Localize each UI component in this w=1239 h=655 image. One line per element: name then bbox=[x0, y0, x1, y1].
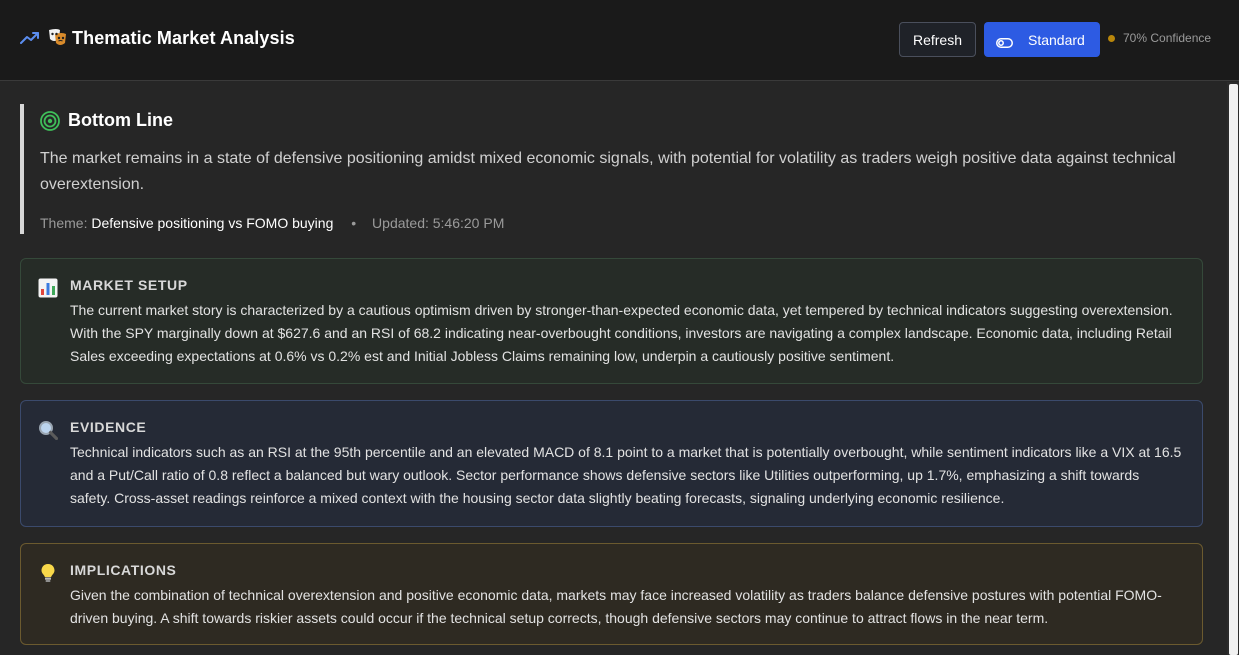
evidence-card: EVIDENCE Technical indicators such as an… bbox=[20, 400, 1203, 527]
bottom-line-title: Bottom Line bbox=[68, 110, 173, 130]
scrollbar-thumb[interactable] bbox=[1229, 84, 1238, 655]
theme-label: Theme: bbox=[40, 215, 88, 231]
bar-chart-icon bbox=[38, 278, 58, 298]
card-text: Technical indicators such as an RSI at t… bbox=[70, 444, 1182, 506]
refresh-button-label: Refresh bbox=[912, 31, 963, 48]
card-title: MARKET SETUP bbox=[70, 277, 188, 293]
card-title: IMPLICATIONS bbox=[70, 562, 177, 578]
confidence-label: 70% Confidence bbox=[1123, 31, 1212, 45]
magnifier-icon bbox=[38, 420, 59, 441]
lightbulb-icon bbox=[38, 563, 58, 583]
target-icon bbox=[40, 110, 60, 131]
bottom-line-text: The market remains in a state of defensi… bbox=[40, 150, 1176, 193]
standard-mode-button[interactable]: Standard bbox=[984, 22, 1100, 57]
bottom-line-section: Bottom Line The market remains in a stat… bbox=[20, 104, 1204, 234]
standard-mode-label: Standard bbox=[1028, 31, 1085, 48]
toggle-icon bbox=[996, 35, 1013, 48]
card-text: Given the combination of technical overe… bbox=[70, 587, 1162, 626]
trending-up-icon bbox=[20, 28, 40, 48]
card-title: EVIDENCE bbox=[70, 419, 147, 435]
page-title: Thematic Market Analysis bbox=[72, 27, 295, 48]
refresh-button[interactable]: Refresh bbox=[899, 22, 976, 57]
updated-time: Updated: 5:46:20 PM bbox=[372, 215, 505, 231]
mask-icon bbox=[46, 27, 68, 49]
confidence-dot bbox=[1108, 34, 1115, 42]
market-setup-card: MARKET SETUP The current market story is… bbox=[20, 258, 1203, 384]
meta-separator: • bbox=[351, 215, 357, 231]
app-header: Thematic Market Analysis Refresh Standar… bbox=[0, 0, 1239, 81]
bottom-line-meta: Theme: Defensive positioning vs FOMO buy… bbox=[40, 215, 504, 231]
implications-card: IMPLICATIONS Given the combination of te… bbox=[20, 543, 1203, 645]
brand: Thematic Market Analysis bbox=[20, 27, 295, 49]
theme-value: Defensive positioning vs FOMO buying bbox=[91, 215, 334, 231]
bottom-line-header: Bottom Line bbox=[40, 110, 173, 131]
card-text: The current market story is characterize… bbox=[70, 302, 1173, 364]
confidence-indicator: 70% Confidence bbox=[1108, 31, 1211, 45]
